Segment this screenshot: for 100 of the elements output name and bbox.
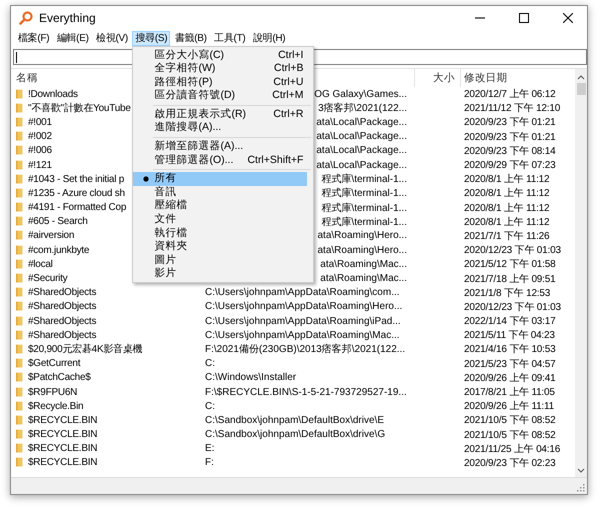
file-name: #605 - Search <box>28 216 88 228</box>
folder-icon <box>16 258 24 270</box>
modified-date: 2021/5/12 下午 01:58 <box>464 259 556 270</box>
file-name: #Security <box>28 273 68 284</box>
modified-date: 2020/12/23 下午 01:03 <box>464 302 561 313</box>
file-path: C:\Sandbox\johnpam\DefaultBox\drive\G <box>205 429 386 440</box>
menu-item[interactable]: 搜尋(S) <box>132 30 170 46</box>
filter-menu-item[interactable]: 所有 <box>133 172 308 186</box>
folder-icon <box>16 457 24 468</box>
menu-item[interactable]: 區分讀音符號(D) Ctrl+M <box>133 89 314 103</box>
folder-icon <box>16 316 24 327</box>
menu-item[interactable]: 工具(T) <box>211 30 248 46</box>
file-path: ata\Local\Package... <box>316 145 407 156</box>
modified-date: 2020/12/7 上午 06:12 <box>464 89 556 100</box>
menu-item[interactable]: 啟用正規表示式(R) Ctrl+R <box>133 108 314 122</box>
file-name: $RECYCLE.BIN <box>28 457 98 468</box>
folder-icon <box>16 301 24 312</box>
menu-item[interactable]: 編輯(E) <box>54 30 92 46</box>
file-path: C:\Sandbox\johnpam\DefaultBox\drive\E <box>205 414 384 426</box>
folder-icon <box>16 443 24 454</box>
bullet-icon <box>142 176 149 182</box>
close-icon[interactable] <box>563 13 573 23</box>
magnifier-icon <box>19 11 33 25</box>
file-path: ata\Local\Package... <box>316 131 407 142</box>
file-path: ata\Roaming\Mac... <box>320 273 407 284</box>
menu-item[interactable]: 全字相符(W) Ctrl+B <box>133 62 314 76</box>
filter-menu-item[interactable]: 音訊 <box>133 186 308 200</box>
file-name: #SharedObjects <box>28 330 96 341</box>
scroll-up-icon[interactable] <box>577 75 585 80</box>
file-path: ata\Local\Package... <box>316 116 407 128</box>
menu-item[interactable]: 書籤(B) <box>172 30 210 46</box>
menu-item[interactable]: 進階搜尋(A)... <box>133 121 314 136</box>
modified-date: 2021/7/18 上午 09:51 <box>464 274 556 285</box>
folder-icon <box>16 145 24 156</box>
menu-item[interactable]: 區分大小寫(C) Ctrl+I <box>133 48 314 62</box>
file-path: F:\2021備份(230GB)\2013痞客邦\2021(122... <box>205 344 406 356</box>
vertical-scrollbar[interactable] <box>575 69 587 477</box>
modified-date: 2021/4/16 下午 10:53 <box>464 344 556 356</box>
file-name: $R9FPU6N <box>28 386 78 398</box>
modified-date: 2020/9/29 下午 07:23 <box>464 160 556 172</box>
menu-item[interactable]: 檔案(F) <box>15 30 52 46</box>
folder-icon <box>16 88 24 100</box>
file-path: C: <box>205 400 215 412</box>
column-header[interactable]: 修改日期 <box>461 69 575 87</box>
file-name: $20,900元宏碁4K影音桌機 <box>28 342 142 356</box>
column-header[interactable]: 大小 <box>415 69 461 87</box>
filter-menu-item[interactable]: 文件 <box>133 213 308 227</box>
menu-item[interactable]: 說明(H) <box>250 30 288 46</box>
folder-icon <box>16 414 24 426</box>
menu-item[interactable]: 路徑相符(P) Ctrl+U <box>133 76 314 90</box>
file-path: C:\Windows\Installer <box>205 372 296 384</box>
folder-icon <box>16 372 24 384</box>
filter-menu-item[interactable]: 執行檔 <box>133 226 308 240</box>
file-name: #!001 <box>28 116 52 128</box>
file-name: $RECYCLE.BIN <box>28 414 98 426</box>
folder-icon <box>16 344 24 355</box>
folder-icon <box>16 400 24 412</box>
filter-menu-item[interactable]: 影片 <box>133 267 308 281</box>
filter-menu-item[interactable]: 壓縮檔 <box>133 199 308 214</box>
file-name: #SharedObjects <box>28 301 96 312</box>
filter-menu-item[interactable]: 資料夾 <box>133 240 308 254</box>
folder-icon <box>16 358 24 370</box>
modified-date: 2020/8/1 上午 11:12 <box>464 174 550 186</box>
file-path: C:\Users\johnpam\AppData\Roaming\com... <box>205 287 400 298</box>
modified-date: 2020/9/26 上午 09:41 <box>464 372 556 384</box>
menu-item[interactable]: 管理篩選器(O)... Ctrl+Shift+F <box>133 154 314 168</box>
modified-date: 2021/11/25 上午 04:16 <box>464 444 560 455</box>
file-name: #airversion <box>28 230 74 242</box>
file-path: E: <box>205 443 214 454</box>
file-name: $PatchCache$ <box>28 372 91 384</box>
file-path: 程式庫\terminal-1... <box>321 172 407 186</box>
menu-item[interactable]: 檢視(V) <box>93 30 131 46</box>
modified-date: 2017/8/21 上午 11:05 <box>464 387 555 398</box>
modified-date: 2022/1/14 下午 03:17 <box>464 316 556 328</box>
modified-date: 2020/12/23 下午 01:03 <box>464 245 561 256</box>
column-header[interactable]: 名稱 <box>16 71 38 85</box>
scroll-down-icon[interactable] <box>577 468 585 473</box>
modified-date: 2020/9/23 下午 02:23 <box>464 458 556 469</box>
modified-date: 2021/11/12 下午 12:10 <box>464 103 560 114</box>
modified-date: 2020/8/1 上午 11:12 <box>464 202 550 214</box>
file-name: $Recycle.Bin <box>28 400 84 412</box>
file-name: $RECYCLE.BIN <box>28 429 98 440</box>
menu-item[interactable]: 新增至篩選器(A)... <box>133 140 314 154</box>
folder-icon <box>16 386 24 398</box>
scrollbar-thumb[interactable] <box>576 83 586 95</box>
file-name: #SharedObjects <box>28 316 96 327</box>
filter-menu-item[interactable]: 圖片 <box>133 254 308 268</box>
resize-grip-icon[interactable] <box>577 484 585 492</box>
maximize-icon[interactable] <box>519 13 529 23</box>
window-title: Everything <box>39 11 96 25</box>
file-path: F:\$RECYCLE.BIN\S-1-5-21-793729527-19... <box>205 386 407 398</box>
file-name: #!006 <box>28 145 52 156</box>
file-name: #local <box>28 258 53 270</box>
file-path: 程式庫\terminal-1... <box>321 216 407 229</box>
file-path: OG Galaxy\Games... <box>314 88 407 100</box>
modified-date: 2020/9/23 下午 01:21 <box>464 117 556 128</box>
file-name: #!002 <box>28 131 52 142</box>
modified-date: 2021/5/23 下午 04:57 <box>464 358 556 370</box>
folder-icon <box>16 244 24 256</box>
file-name: $GetCurrent <box>28 358 80 370</box>
